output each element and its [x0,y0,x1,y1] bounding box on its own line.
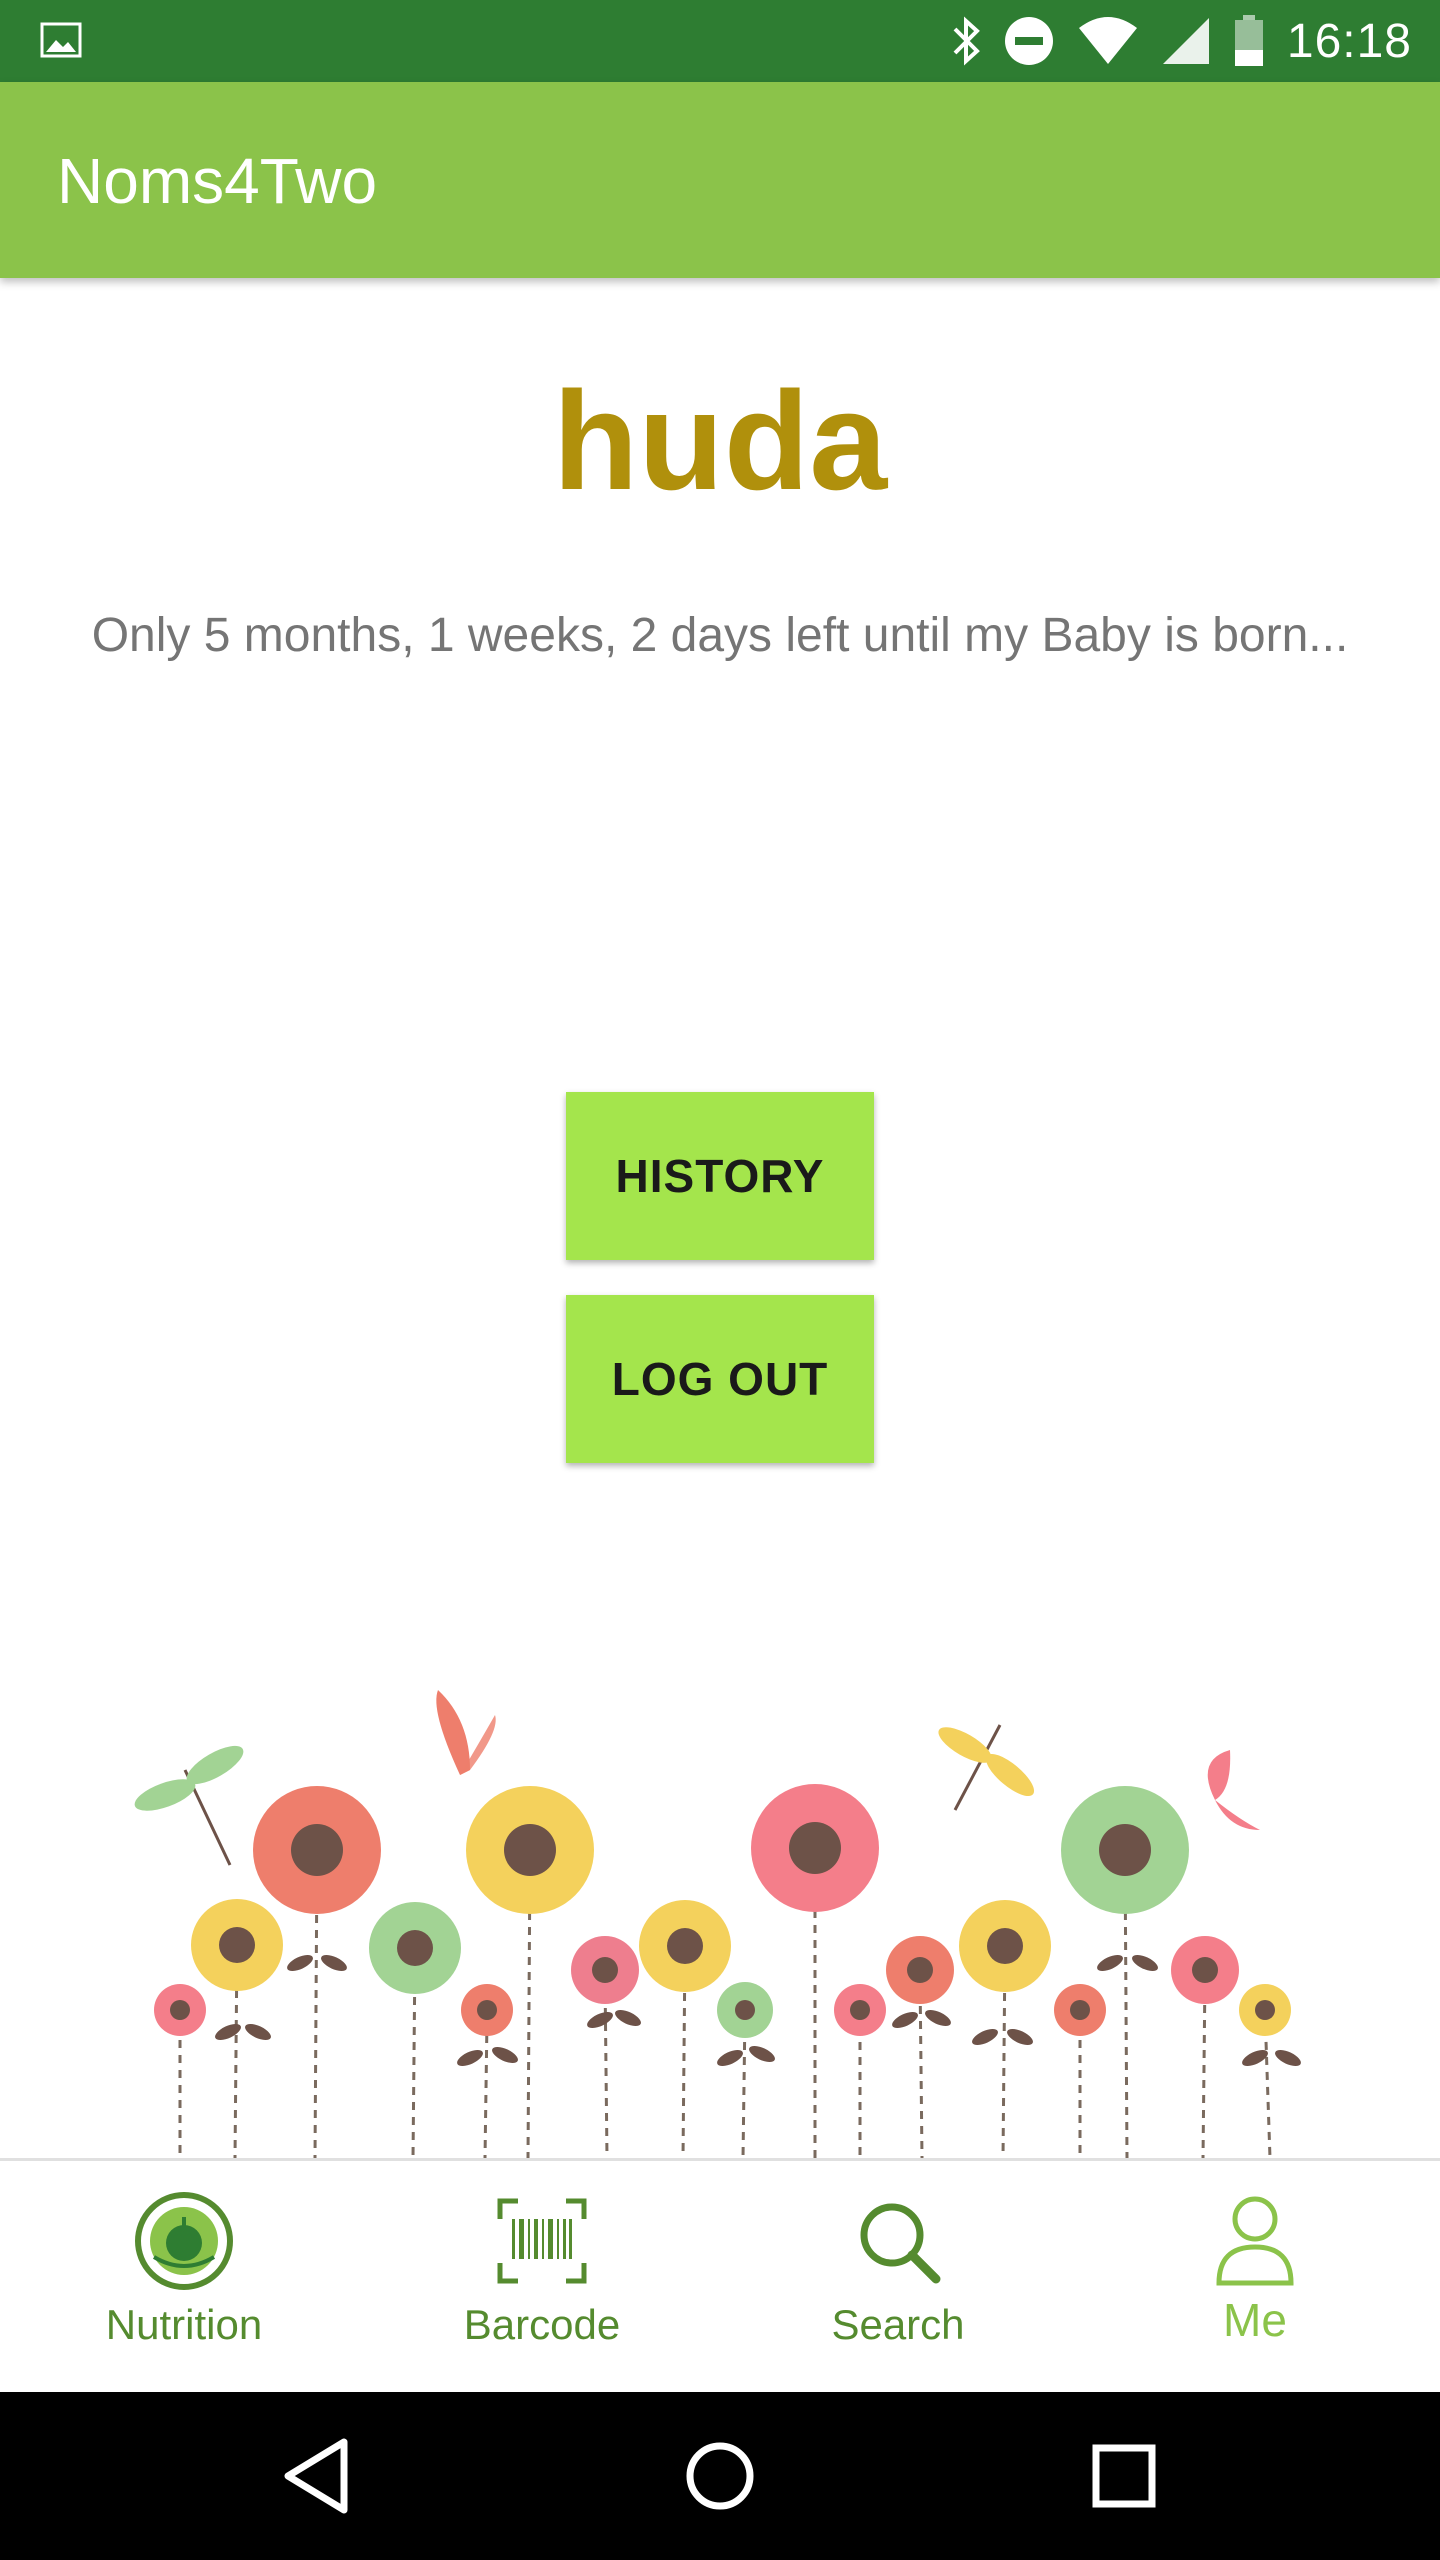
app-title: Noms4Two [57,145,378,217]
bottom-navigation: Nutrition Barcode Search Me [0,2158,1440,2395]
nav-label-me: Me [1223,2294,1287,2346]
home-icon[interactable] [670,2426,770,2526]
battery-icon [1234,15,1263,66]
recents-icon[interactable] [1074,2426,1174,2526]
do-not-disturb-icon [1004,17,1053,65]
wifi-icon [1078,17,1137,64]
cell-signal-icon [1162,18,1209,64]
barcode-icon [497,2198,587,2284]
logout-button[interactable]: LOG OUT [566,1295,874,1463]
history-button[interactable]: HISTORY [566,1092,874,1260]
bluetooth-icon [953,16,980,66]
username-heading: huda [552,362,888,519]
pregnancy-countdown-text: Only 5 months, 1 weeks, 2 days left unti… [91,609,1349,662]
nav-label-barcode: Barcode [463,2301,621,2348]
nutrition-icon [135,2192,233,2290]
nav-item-me[interactable]: Me [1075,2161,1435,2395]
back-icon[interactable] [266,2426,366,2526]
search-icon [860,2203,941,2284]
person-icon [1216,2196,1294,2286]
app-bar: Noms4Two [0,82,1440,278]
status-time: 16:18 [1286,14,1412,68]
nav-item-search[interactable]: Search [718,2161,1078,2395]
nav-label-search: Search [831,2301,965,2348]
status-icons: 16:18 [951,0,1412,82]
image-notification-icon [40,22,82,58]
nav-item-nutrition[interactable]: Nutrition [4,2161,364,2395]
nav-label-nutrition: Nutrition [105,2301,263,2348]
nav-item-barcode[interactable]: Barcode [362,2161,722,2395]
flowers-illustration [134,1690,1301,2159]
system-navigation-bar [0,2392,1440,2560]
status-bar: 16:18 [0,0,1440,82]
